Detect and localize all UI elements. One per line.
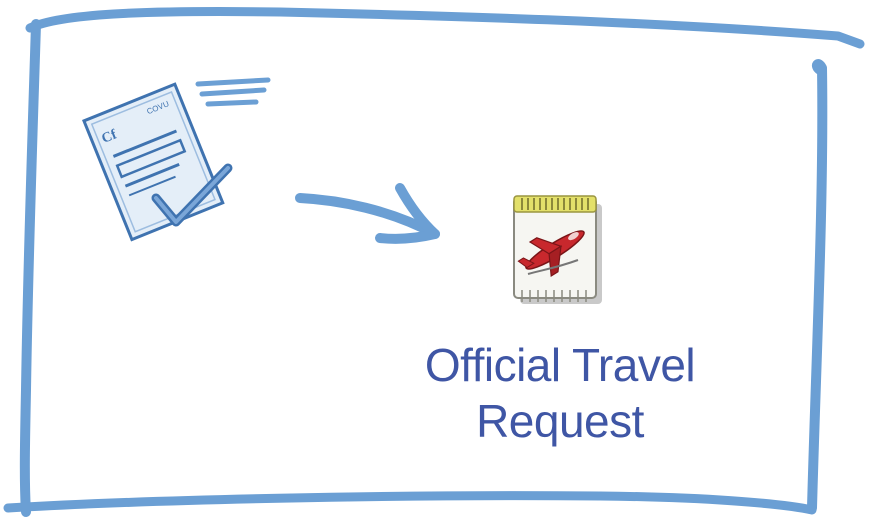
document-check-icon: Cf COVU bbox=[82, 77, 271, 242]
travel-request-icon bbox=[513, 195, 602, 304]
node-label-line1: Official Travel bbox=[424, 339, 696, 391]
flow-arrow bbox=[295, 183, 440, 244]
node-label: Official Travel Request bbox=[380, 337, 740, 449]
diagram-canvas: Cf COVU Official Travel Request bbox=[0, 0, 869, 528]
node-label-line2: Request bbox=[476, 395, 644, 447]
